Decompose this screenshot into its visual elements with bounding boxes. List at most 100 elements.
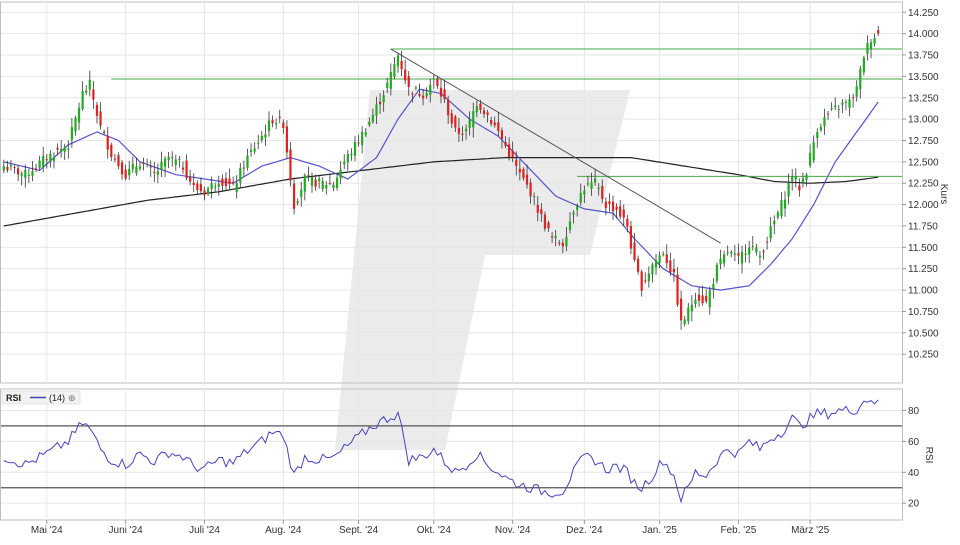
candle-body: [81, 91, 84, 110]
candle-body: [558, 242, 561, 244]
candle-body: [275, 123, 278, 125]
price-tick-label: 11.000: [908, 286, 938, 297]
candle-body: [719, 258, 722, 265]
candle-body: [378, 101, 382, 105]
candle-body: [522, 168, 525, 179]
candle-body: [160, 161, 163, 170]
x-tick-label: Okt. '24: [417, 525, 452, 536]
x-tick-label: Sept. '24: [339, 525, 379, 536]
candle-body: [507, 144, 511, 158]
candle-body: [31, 171, 34, 176]
candle-body: [332, 184, 335, 189]
candle-body: [292, 183, 296, 209]
candle-body: [128, 168, 131, 176]
x-tick-label: Jan. '25: [642, 525, 677, 536]
candle-body: [633, 242, 636, 260]
candle-body: [812, 142, 815, 161]
rsi-legend-label: (14): [49, 393, 65, 403]
rsi-settings-icon[interactable]: ⊕: [68, 393, 76, 403]
candle-body: [844, 101, 848, 103]
rsi-tick-label: 40: [908, 468, 920, 479]
candle-body: [353, 142, 357, 156]
candle-body: [224, 178, 228, 186]
candle-body: [88, 79, 91, 90]
candle-body: [805, 174, 808, 180]
candle-body: [740, 251, 744, 264]
candle-body: [303, 175, 306, 192]
candle-body: [318, 178, 321, 182]
candle-body: [404, 69, 407, 81]
candle-body: [171, 156, 174, 158]
candle-body: [590, 182, 593, 189]
candle-body: [722, 254, 726, 264]
candle-body: [572, 212, 575, 215]
candle-body: [636, 258, 640, 272]
candle-body: [540, 209, 543, 215]
candle-body: [525, 174, 529, 185]
candle-body: [432, 78, 435, 80]
candle-body: [56, 147, 59, 150]
candle-body: [823, 117, 826, 127]
candle-body: [146, 164, 149, 166]
candle-body: [597, 187, 600, 189]
candle-body: [733, 253, 736, 255]
candle-body: [679, 298, 683, 321]
candle-body: [221, 178, 224, 186]
candle-body: [131, 163, 134, 169]
candle-body: [866, 43, 869, 54]
candle-body: [407, 76, 410, 87]
price-tick-label: 14.250: [908, 8, 939, 19]
candle-body: [52, 157, 56, 161]
candle-body: [615, 206, 618, 210]
candle-body: [601, 186, 604, 200]
rsi-threshold-lines: [1, 425, 902, 489]
candle-body: [472, 111, 475, 128]
candle-body: [414, 87, 418, 89]
candle-body: [339, 169, 342, 179]
candle-body: [561, 242, 564, 247]
candle-body: [13, 167, 16, 169]
x-tick-label: Aug. '24: [265, 525, 302, 536]
candle-body: [163, 158, 167, 167]
candle-body: [726, 252, 729, 254]
candle-body: [350, 153, 353, 156]
x-axis-ticks: Mai '24 Juni '24 Juli '24 Aug. '24 Sept. '24…: [31, 520, 830, 536]
candle-body: [335, 177, 339, 188]
candle-body: [715, 264, 719, 281]
candle-body: [393, 64, 396, 77]
candle-body: [755, 247, 758, 253]
rsi-tick-label: 20: [908, 499, 920, 510]
candle-body: [651, 264, 654, 275]
candle-body: [357, 142, 360, 144]
candle-body: [705, 296, 708, 302]
candle-body: [461, 133, 464, 135]
price-tick-label: 10.750: [908, 307, 939, 318]
candle-body: [400, 60, 403, 70]
candle-body: [45, 159, 48, 161]
candle-body: [493, 122, 496, 126]
candle-body: [669, 260, 672, 273]
x-tick-label: Dez. '24: [566, 525, 603, 536]
candle-body: [267, 120, 271, 132]
candle-body: [217, 183, 220, 187]
candle-body: [801, 178, 805, 183]
price-tick-label: 12.750: [908, 136, 939, 147]
candle-body: [110, 144, 113, 157]
candle-body: [206, 188, 210, 194]
candle-body: [421, 95, 425, 99]
price-tick-label: 10.500: [908, 328, 939, 339]
candle-body: [794, 176, 797, 180]
candle-body: [769, 226, 772, 239]
candle-body: [49, 153, 52, 162]
candle-body: [38, 160, 41, 168]
rsi-gridlines: [1, 409, 902, 504]
candle-body: [253, 148, 256, 152]
price-tick-label: 13.750: [908, 51, 939, 62]
candle-body: [199, 184, 203, 192]
candle-body: [343, 161, 346, 165]
candle-body: [708, 290, 711, 308]
candle-body: [816, 132, 819, 139]
candle-body: [189, 177, 192, 182]
candle-body: [249, 150, 253, 153]
candle-body: [185, 160, 188, 179]
